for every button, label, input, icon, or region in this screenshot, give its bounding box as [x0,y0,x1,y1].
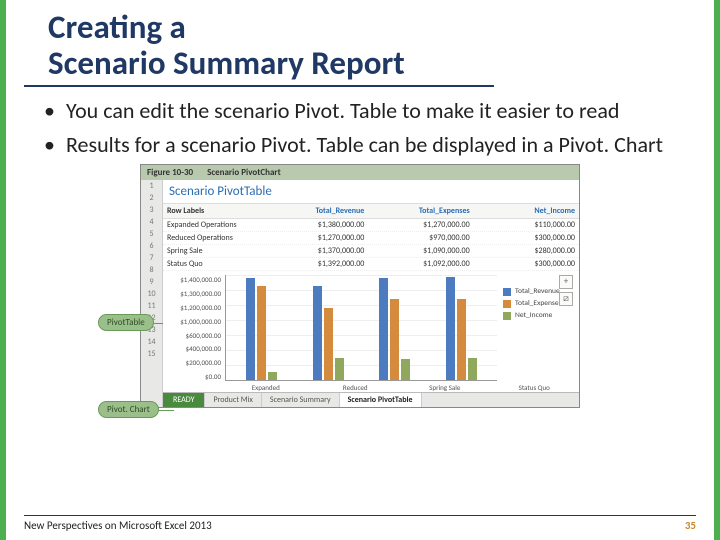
col-header: Net_Income [474,204,579,218]
bar [268,372,277,380]
bar-group [446,277,477,380]
pivottable-title: Scenario PivotTable [163,180,579,203]
bar [246,278,255,381]
bar [379,278,388,380]
table-row: Status Quo $1,392,000.00 $1,092,000.00 $… [163,258,579,271]
bar [257,286,266,380]
slide-footer: New Perspectives on Microsoft Excel 2013… [24,515,696,532]
row-gutter: 1234567 89101112131415 [141,180,163,407]
col-header: Total_Expenses [368,204,473,218]
footer-text: New Perspectives on Microsoft Excel 2013 [24,519,212,532]
col-header: Total_Revenue [263,204,368,218]
slide: Creating a Scenario Summary Report You c… [0,0,720,540]
table-row: Expanded Operations $1,380,000.00 $1,270… [163,219,579,232]
bar [468,358,477,380]
sheet-tab[interactable]: Product Mix [205,393,261,407]
figure-caption: Scenario PivotChart [207,167,281,178]
bar [457,299,466,380]
y-axis-ticks: $1,400,000.00 $1,300,000.00 $1,200,000.0… [167,275,225,381]
callout-pivottable: PivotTable [98,314,154,331]
bar-group [313,286,344,380]
bar [390,299,399,380]
bullet-item: You can edit the scenario Pivot. Table t… [66,97,668,125]
x-axis-labels: Expanded Reduced Spring Sale Status Quo [163,383,579,392]
figure-header: Figure 10-30 Scenario PivotChart [141,165,579,180]
pivottable-header-row: Row Labels Total_Revenue Total_Expenses … [163,203,579,219]
title-line-1: Creating a [48,7,186,47]
bar [335,358,344,380]
sheet-tabs: READY Product Mix Scenario Summary Scena… [163,392,579,407]
figure-label: Figure 10-30 [147,167,193,178]
bar [324,308,333,380]
title-line-2: Scenario Summary Report [48,43,405,83]
chart-plot-area [225,275,497,381]
worksheet-area: Scenario PivotTable Row Labels Total_Rev… [163,180,579,407]
row-labels-header: Row Labels [163,204,263,218]
bar-group [246,278,277,381]
bullet-item: Results for a scenario Pivot. Table can … [66,131,668,159]
table-row: Spring Sale $1,370,000.00 $1,090,000.00 … [163,245,579,258]
bullet-list: You can edit the scenario Pivot. Table t… [20,97,700,158]
bar [446,277,455,380]
callout-pivotchart: Pivot. Chart [98,401,159,418]
page-number: 35 [685,519,696,532]
table-row: Reduced Operations $1,270,000.00 $970,00… [163,232,579,245]
slide-title: Creating a Scenario Summary Report [24,0,494,87]
pivot-chart: + ⧄ $1,400,000.00 $1,300,000.00 $1,200,0… [163,271,579,383]
status-ready: READY [163,393,205,407]
chart-side-controls: + ⧄ [559,275,575,309]
plus-icon[interactable]: + [559,275,573,289]
filter-icon[interactable]: ⧄ [559,292,573,306]
bar-group [379,278,410,380]
bar [401,359,410,380]
figure-screenshot: Figure 10-30 Scenario PivotChart 1234567… [140,164,580,408]
sheet-tab-active[interactable]: Scenario PivotTable [340,393,422,407]
sheet-tab[interactable]: Scenario Summary [262,393,340,407]
bar [313,286,322,380]
